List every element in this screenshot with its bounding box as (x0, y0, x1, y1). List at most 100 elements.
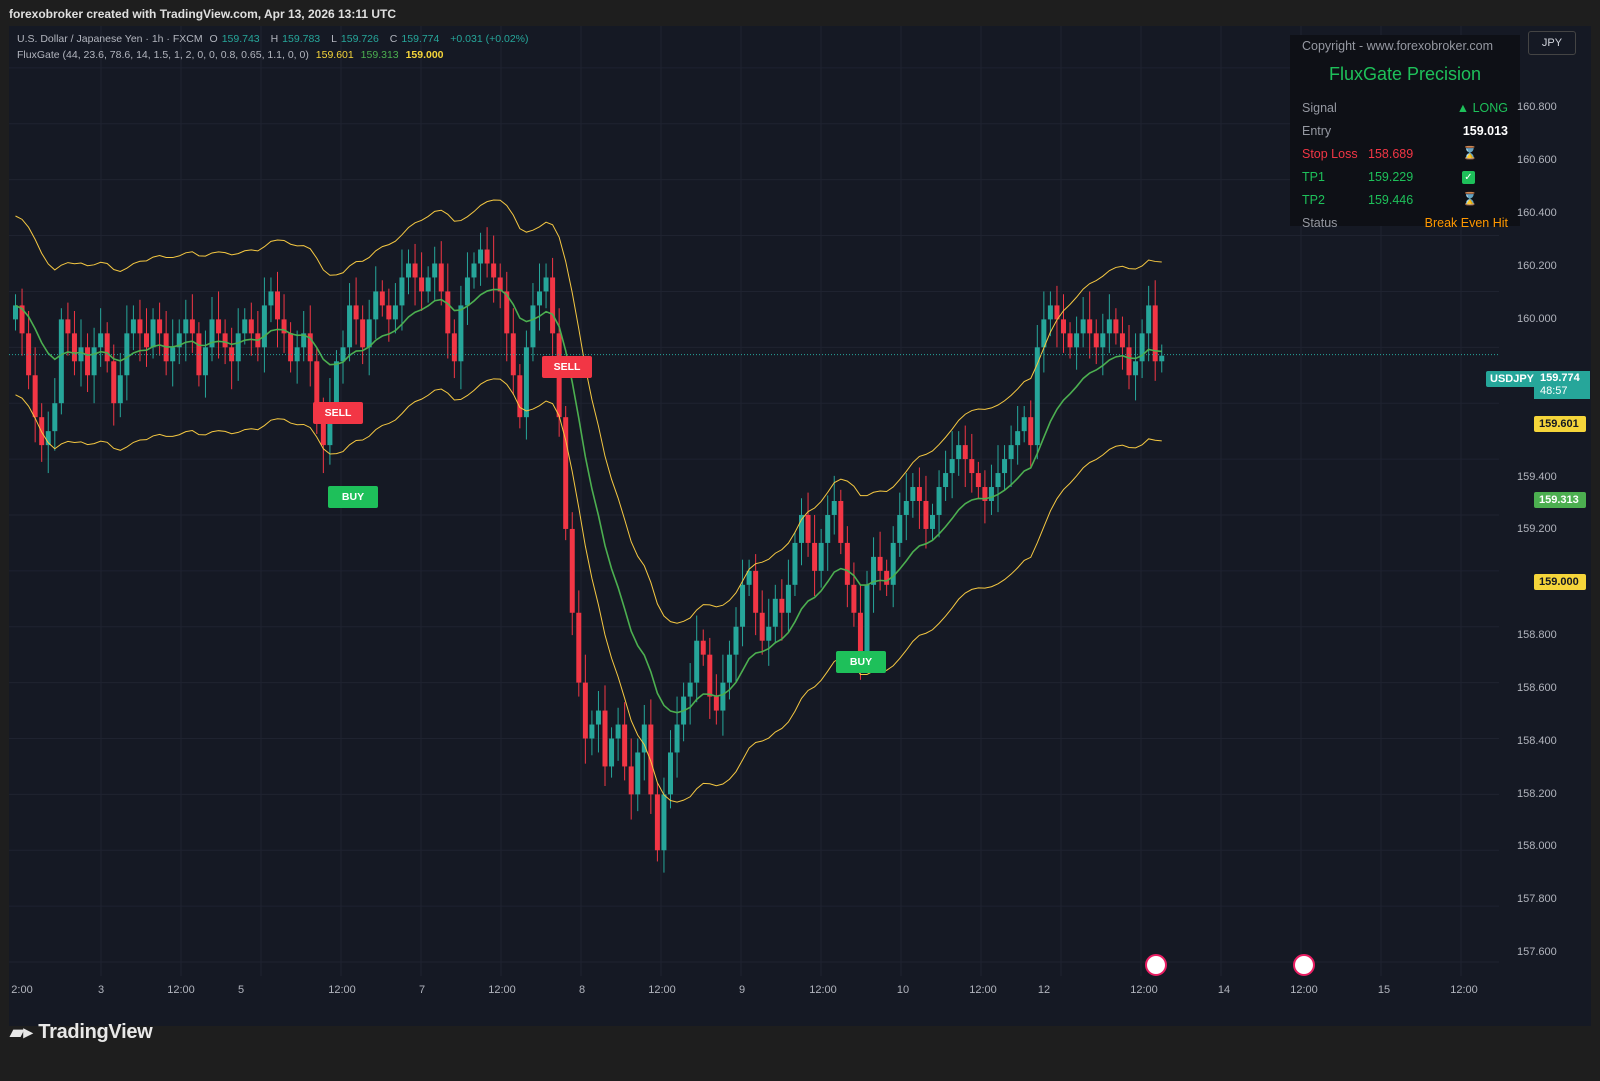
indicator-tag-lower: 159.000 (1534, 574, 1586, 590)
candle-body (923, 501, 929, 529)
candle-body (772, 598, 778, 627)
tp1-row: TP1 159.229 ✓ (1302, 170, 1508, 188)
candle-body (700, 640, 706, 655)
sell-signal-label: SELL (313, 402, 363, 424)
time-tick: 5 (237, 984, 245, 996)
candle-body (379, 291, 385, 306)
candle-body (831, 501, 837, 515)
candle-body (1002, 459, 1008, 474)
candle-body (910, 487, 916, 501)
close-label: C (389, 33, 398, 45)
candle-body (595, 710, 601, 725)
time-tick: 12:00 (648, 984, 676, 996)
candle-body (399, 277, 405, 306)
candle-body (726, 654, 732, 683)
candle-body (523, 347, 529, 418)
candle-body (386, 305, 392, 320)
price-tick: 160.000 (1517, 313, 1557, 325)
candle-body (1133, 361, 1139, 376)
indicator-legend[interactable]: FluxGate (44, 23.6, 78.6, 14, 1.5, 1, 2,… (17, 49, 448, 61)
candle-body (347, 305, 353, 348)
candle-body (838, 501, 844, 543)
candle-body (1021, 417, 1027, 432)
candle-body (445, 291, 451, 334)
candle-body (1146, 305, 1152, 334)
candle-body (268, 291, 274, 306)
time-tick: 10 (896, 984, 910, 996)
candle-body (543, 277, 549, 292)
stop-loss-value: 158.689 (1368, 147, 1414, 161)
candle-body (150, 319, 156, 348)
candle-body (104, 333, 110, 362)
candle-body (943, 473, 949, 488)
candle-body (694, 640, 700, 683)
us-flag-event-icon[interactable] (1145, 954, 1167, 976)
candle-body (1100, 333, 1106, 348)
price-tick: 159.200 (1517, 523, 1557, 535)
candle-body (261, 305, 267, 348)
candle-body (812, 542, 818, 571)
tp1-label: TP1 (1302, 170, 1325, 184)
candle-body (451, 333, 457, 362)
candle-body (65, 319, 71, 334)
candle-body (406, 263, 411, 278)
candle-body (668, 752, 673, 795)
candle-body (962, 445, 968, 460)
hourglass-icon: ⌛ (1462, 146, 1478, 160)
low-value: 159.726 (340, 33, 379, 45)
countdown-value: 48:57 (1540, 385, 1568, 397)
time-tick: 12:00 (1290, 984, 1318, 996)
time-tick: 8 (578, 984, 586, 996)
candle-body (438, 263, 444, 292)
candle-body (988, 487, 994, 501)
entry-value: 159.013 (1462, 124, 1508, 138)
price-tick: 158.800 (1517, 629, 1557, 641)
candle-body (864, 584, 870, 655)
status-row: Status Break Even Hit (1302, 216, 1508, 234)
candle-body (1119, 333, 1125, 348)
footer-bar (0, 1026, 1600, 1081)
candle-body (674, 724, 680, 753)
chart-pane[interactable]: U.S. Dollar / Japanese Yen · 1h · FXCM O… (9, 26, 1591, 1026)
candle-body (71, 333, 77, 362)
fluxgate-info-panel: Copyright - www.forexobroker.com FluxGat… (1290, 35, 1520, 230)
candle-body (969, 459, 975, 474)
candle-body (930, 514, 935, 529)
candle-body (648, 724, 654, 795)
candle-body (85, 347, 91, 376)
status-label: Status (1302, 216, 1338, 230)
candle-body (635, 752, 641, 795)
candle-body (903, 501, 909, 515)
candle-body (1034, 347, 1040, 446)
candle-body (425, 277, 431, 292)
tp2-row: TP2 159.446 ⌛ (1302, 192, 1508, 211)
currency-button[interactable]: JPY (1528, 31, 1576, 55)
signal-row: Signal ▲ LONG (1302, 101, 1508, 119)
candle-body (733, 626, 739, 655)
indicator-tag-mid: 159.313 (1534, 492, 1586, 508)
time-tick: 12:00 (969, 984, 997, 996)
candle-body (609, 738, 615, 767)
buy-signal-label: BUY (328, 486, 378, 508)
candle-body (844, 542, 850, 585)
indicator-value-2: 159.313 (360, 49, 399, 61)
copyright-text: Copyright - www.forexobroker.com (1302, 39, 1494, 53)
price-tick: 158.600 (1517, 682, 1557, 694)
us-flag-event-icon[interactable] (1293, 954, 1315, 976)
candle-body (98, 333, 104, 348)
candle-body (1106, 319, 1112, 334)
tp1-value: 159.229 (1368, 170, 1414, 184)
candle-body (1028, 417, 1034, 446)
candle-body (144, 333, 149, 348)
candle-body (189, 319, 195, 334)
close-value: 159.774 (401, 33, 440, 45)
candle-body (491, 263, 497, 278)
price-tick: 157.800 (1517, 893, 1557, 905)
candle-body (897, 514, 903, 543)
symbol-title: U.S. Dollar / Japanese Yen · 1h · FXCM (17, 33, 203, 45)
high-value: 159.783 (282, 33, 321, 45)
candle-body (216, 319, 222, 334)
candle-body (373, 291, 379, 320)
candle-body (32, 375, 38, 418)
candle-body (91, 347, 97, 376)
